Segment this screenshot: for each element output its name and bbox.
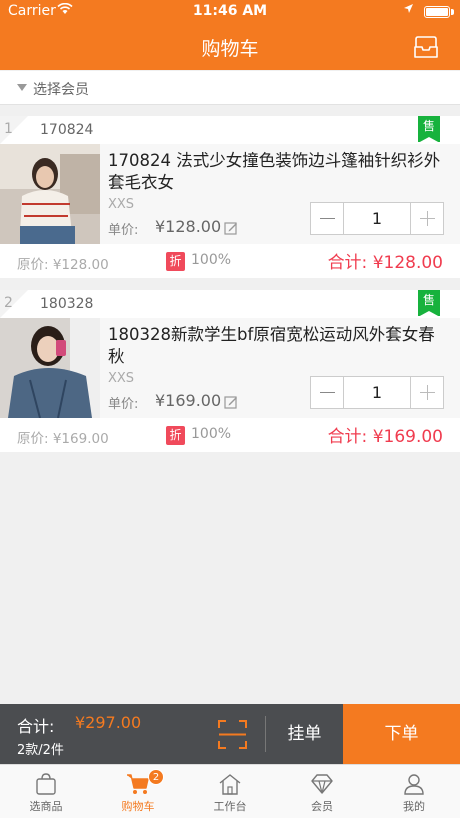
product-photo[interactable] <box>0 144 100 244</box>
unit-price: ¥128.00 <box>155 217 222 236</box>
select-member-row[interactable]: 选择会员 <box>0 71 460 105</box>
item-count: 2款/2件 <box>17 743 64 758</box>
product-name: 170824 法式少女撞色装饰边斗篷袖针织衫外套毛衣女 <box>108 151 441 192</box>
scan-icon[interactable] <box>218 720 247 749</box>
tab-label: 我的 <box>403 800 425 813</box>
increase-button[interactable] <box>410 377 443 408</box>
original-price: 原价: ¥128.00 <box>17 257 109 273</box>
item-total: 合计: ¥128.00 <box>327 253 443 273</box>
tab-member[interactable]: 会员 <box>276 765 368 818</box>
tab-label: 购物车 <box>121 800 155 813</box>
tab-label: 工作台 <box>213 800 247 813</box>
page-title: 购物车 <box>201 38 259 60</box>
diamond-icon <box>310 773 334 795</box>
battery-tip <box>451 9 454 15</box>
cart-count-badge: 2 <box>148 769 164 785</box>
product-spec: XXS <box>108 371 135 386</box>
cart-icon <box>126 773 150 795</box>
bag-icon <box>34 773 58 795</box>
sold-tag: 售 <box>418 116 440 143</box>
location-arrow-icon <box>403 3 414 17</box>
item-code: 180328 <box>40 296 94 312</box>
edit-price-icon[interactable] <box>224 220 238 235</box>
tab-bar: 选商品 2 购物车 工作台 会员 我的 <box>0 764 460 818</box>
inbox-icon[interactable] <box>414 36 438 58</box>
decrease-button[interactable] <box>311 377 344 408</box>
unit-price-label: 单价: <box>108 397 139 412</box>
edit-price-icon[interactable] <box>224 394 238 409</box>
quantity-stepper: 1 <box>310 376 444 409</box>
quantity-input[interactable]: 1 <box>345 377 409 408</box>
home-icon <box>218 773 242 795</box>
discount-badge: 折 <box>166 426 185 445</box>
unit-price-label: 单价: <box>108 223 139 238</box>
product-name: 180328新款学生bf原宿宽松运动风外套女春秋 <box>108 325 435 366</box>
person-icon <box>402 773 426 795</box>
caret-down-icon <box>17 84 27 91</box>
product-photo[interactable] <box>0 318 100 418</box>
total-value: ¥297.00 <box>75 713 142 732</box>
status-time: 11:46 AM <box>192 3 268 19</box>
tab-mine[interactable]: 我的 <box>368 765 460 818</box>
discount-percent[interactable]: 100% <box>191 426 231 442</box>
product-spec: XXS <box>108 197 135 212</box>
decrease-button[interactable] <box>311 203 344 234</box>
checkout-bar: 合计: ¥297.00 2款/2件 挂单 下单 <box>0 704 460 764</box>
tab-select-goods[interactable]: 选商品 <box>0 765 92 818</box>
item-total: 合计: ¥169.00 <box>327 427 443 447</box>
original-price: 原价: ¥169.00 <box>17 431 109 447</box>
nav-bar: 购物车 <box>0 24 460 70</box>
item-code: 170824 <box>40 122 94 138</box>
quantity-input[interactable]: 1 <box>345 203 409 234</box>
discount-percent[interactable]: 100% <box>191 252 231 268</box>
cart-item[interactable]: 2 180328 售 180328新款学生bf原宿宽松运动风外套女春秋 XXS … <box>0 290 460 452</box>
status-bar: Carrier 11:46 AM <box>0 0 460 24</box>
place-order-button[interactable]: 下单 <box>343 704 460 764</box>
hold-order-button[interactable]: 挂单 <box>266 704 343 764</box>
quantity-stepper: 1 <box>310 202 444 235</box>
tab-label: 选商品 <box>29 800 63 813</box>
total-label: 合计: <box>17 717 55 736</box>
item-index: 2 <box>4 295 13 311</box>
tab-cart[interactable]: 2 购物车 <box>92 765 184 818</box>
cart-screen: Carrier 11:46 AM 购物车 选择会员 1 170824 售 170… <box>0 0 460 818</box>
select-member-label: 选择会员 <box>33 82 89 98</box>
tab-label: 会员 <box>311 800 333 813</box>
battery-icon <box>424 6 450 18</box>
cart-item[interactable]: 1 170824 售 170824 法式少女撞色装饰边斗篷袖针织衫外套毛衣女 X… <box>0 116 460 278</box>
unit-price: ¥169.00 <box>155 391 222 410</box>
discount-badge: 折 <box>166 252 185 271</box>
increase-button[interactable] <box>410 203 443 234</box>
sold-tag: 售 <box>418 290 440 317</box>
item-index: 1 <box>4 121 13 137</box>
tab-workbench[interactable]: 工作台 <box>184 765 276 818</box>
